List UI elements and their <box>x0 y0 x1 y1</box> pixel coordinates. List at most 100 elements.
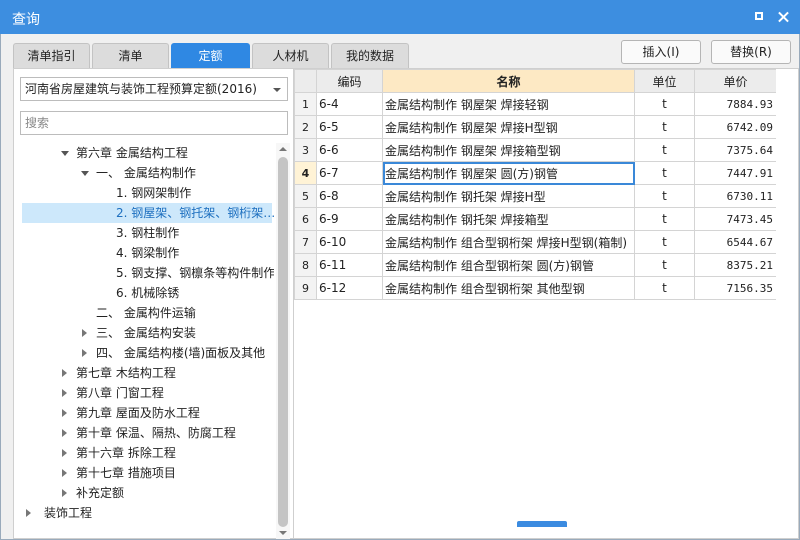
cell-name[interactable]: 金属结构制作 钢屋架 焊接轻钢 <box>382 92 635 116</box>
cell-name[interactable]: 金属结构制作 组合型钢桁架 焊接H型钢(箱制) <box>382 230 635 254</box>
tree-node[interactable]: 一、 金属结构制作 <box>14 163 272 183</box>
maximize-icon[interactable] <box>750 7 770 27</box>
tree-node[interactable]: 四、 金属结构楼(墙)面板及其他 <box>14 343 272 363</box>
row-number[interactable]: 3 <box>294 138 317 162</box>
row-number[interactable]: 7 <box>294 230 317 254</box>
tree-node[interactable]: 第十六章 拆除工程 <box>14 443 272 463</box>
tree-node[interactable]: 补充定额 <box>14 483 272 503</box>
tab-quota[interactable]: 定额 <box>171 43 250 68</box>
row-number[interactable]: 2 <box>294 115 317 139</box>
tab-list[interactable]: 清单 <box>92 43 169 68</box>
cell-code[interactable]: 6-7 <box>316 161 383 185</box>
tree-node[interactable]: 4. 钢梁制作 <box>14 243 272 263</box>
cell-code[interactable]: 6-10 <box>316 230 383 254</box>
scroll-down-icon[interactable] <box>279 531 287 535</box>
tree-node[interactable]: 装饰工程 <box>14 503 272 523</box>
cell-code[interactable]: 6-8 <box>316 184 383 208</box>
row-number[interactable]: 5 <box>294 184 317 208</box>
table-row[interactable]: 4 6-7 金属结构制作 钢屋架 圆(方)钢管 t 7447.91 <box>294 161 777 185</box>
caret-down-icon[interactable] <box>60 143 70 163</box>
tree-node[interactable]: 二、 金属构件运输 <box>14 303 272 323</box>
table-row[interactable]: 6 6-9 金属结构制作 钢托架 焊接箱型 t 7473.45 <box>294 207 777 231</box>
cell-code[interactable]: 6-5 <box>316 115 383 139</box>
cell-price[interactable]: 7884.93 <box>694 92 777 116</box>
header-code[interactable]: 编码 <box>316 69 383 93</box>
cell-name[interactable]: 金属结构制作 钢托架 焊接H型 <box>382 184 635 208</box>
tree-node[interactable]: 1. 钢网架制作 <box>14 183 272 203</box>
cell-name[interactable]: 金属结构制作 钢托架 焊接箱型 <box>382 207 635 231</box>
caret-right-icon[interactable] <box>60 463 70 483</box>
row-number[interactable]: 9 <box>294 276 317 300</box>
tab-list-guide[interactable]: 清单指引 <box>13 43 90 68</box>
caret-right-icon[interactable] <box>24 503 34 523</box>
caret-right-icon[interactable] <box>80 343 90 363</box>
cell-price[interactable]: 6730.11 <box>694 184 777 208</box>
replace-button[interactable]: 替换(R) <box>711 40 791 64</box>
table-row[interactable]: 3 6-6 金属结构制作 钢屋架 焊接箱型钢 t 7375.64 <box>294 138 777 162</box>
cell-code[interactable]: 6-6 <box>316 138 383 162</box>
cell-code[interactable]: 6-12 <box>316 276 383 300</box>
caret-right-icon[interactable] <box>60 403 70 423</box>
cell-unit[interactable]: t <box>634 161 695 185</box>
tree-node[interactable]: 第十章 保温、隔热、防腐工程 <box>14 423 272 443</box>
header-name[interactable]: 名称 <box>382 69 635 93</box>
cell-price[interactable]: 6742.09 <box>694 115 777 139</box>
cell-unit[interactable]: t <box>634 207 695 231</box>
tree-node[interactable]: 3. 钢柱制作 <box>14 223 272 243</box>
table-row[interactable]: 1 6-4 金属结构制作 钢屋架 焊接轻钢 t 7884.93 <box>294 92 777 116</box>
tree-node[interactable]: 5. 钢支撑、钢檩条等构件制作 <box>14 263 274 283</box>
tree-node[interactable]: 三、 金属结构安装 <box>14 323 272 343</box>
caret-down-icon[interactable] <box>80 163 90 183</box>
caret-right-icon[interactable] <box>60 423 70 443</box>
cell-name[interactable]: 金属结构制作 钢屋架 圆(方)钢管 <box>382 161 635 185</box>
tab-my-data[interactable]: 我的数据 <box>331 43 409 68</box>
caret-right-icon[interactable] <box>60 483 70 503</box>
cell-price[interactable]: 6544.67 <box>694 230 777 254</box>
cell-price[interactable]: 7375.64 <box>694 138 777 162</box>
row-number[interactable]: 8 <box>294 253 317 277</box>
tree-node[interactable]: 第十七章 措施项目 <box>14 463 272 483</box>
table-row[interactable]: 8 6-11 金属结构制作 组合型钢桁架 圆(方)钢管 t 8375.21 <box>294 253 777 277</box>
cell-unit[interactable]: t <box>634 230 695 254</box>
tab-labor-material-machine[interactable]: 人材机 <box>252 43 329 68</box>
cell-name[interactable]: 金属结构制作 组合型钢桁架 其他型钢 <box>382 276 635 300</box>
row-number[interactable]: 1 <box>294 92 317 116</box>
header-unit[interactable]: 单位 <box>634 69 695 93</box>
cell-code[interactable]: 6-4 <box>316 92 383 116</box>
library-select[interactable]: 河南省房屋建筑与装饰工程预算定额(2016) <box>20 77 288 101</box>
cell-name[interactable]: 金属结构制作 钢屋架 焊接箱型钢 <box>382 138 635 162</box>
cell-name[interactable]: 金属结构制作 组合型钢桁架 圆(方)钢管 <box>382 253 635 277</box>
tree-node[interactable]: 第九章 屋面及防水工程 <box>14 403 272 423</box>
insert-button[interactable]: 插入(I) <box>621 40 701 64</box>
cell-unit[interactable]: t <box>634 276 695 300</box>
cell-price[interactable]: 8375.21 <box>694 253 777 277</box>
cell-unit[interactable]: t <box>634 115 695 139</box>
row-number[interactable]: 4 <box>294 161 317 185</box>
cell-price[interactable]: 7447.91 <box>694 161 777 185</box>
caret-right-icon[interactable] <box>80 323 90 343</box>
caret-right-icon[interactable] <box>60 383 70 403</box>
cell-price[interactable]: 7473.45 <box>694 207 777 231</box>
scroll-up-icon[interactable] <box>279 147 287 151</box>
search-input[interactable] <box>20 111 288 135</box>
tree-node[interactable]: 6. 机械除锈 <box>14 283 272 303</box>
cell-unit[interactable]: t <box>634 92 695 116</box>
cell-code[interactable]: 6-9 <box>316 207 383 231</box>
tree-node[interactable]: 第七章 木结构工程 <box>14 363 272 383</box>
table-row[interactable]: 9 6-12 金属结构制作 组合型钢桁架 其他型钢 t 7156.35 <box>294 276 777 300</box>
cell-price[interactable]: 7156.35 <box>694 276 777 300</box>
tree-node[interactable]: 2. 钢屋架、钢托架、钢桁架… <box>22 203 274 223</box>
tree-node[interactable]: 第八章 门窗工程 <box>14 383 272 403</box>
cell-unit[interactable]: t <box>634 253 695 277</box>
header-price[interactable]: 单价 <box>694 69 777 93</box>
cell-unit[interactable]: t <box>634 184 695 208</box>
row-number[interactable]: 6 <box>294 207 317 231</box>
tree-node[interactable]: 第六章 金属结构工程 <box>14 143 272 163</box>
table-row[interactable]: 5 6-8 金属结构制作 钢托架 焊接H型 t 6730.11 <box>294 184 777 208</box>
panel-resize-handle[interactable] <box>517 521 567 527</box>
table-row[interactable]: 7 6-10 金属结构制作 组合型钢桁架 焊接H型钢(箱制) t 6544.67 <box>294 230 777 254</box>
cell-code[interactable]: 6-11 <box>316 253 383 277</box>
cell-unit[interactable]: t <box>634 138 695 162</box>
table-row[interactable]: 2 6-5 金属结构制作 钢屋架 焊接H型钢 t 6742.09 <box>294 115 777 139</box>
close-icon[interactable] <box>774 7 794 27</box>
